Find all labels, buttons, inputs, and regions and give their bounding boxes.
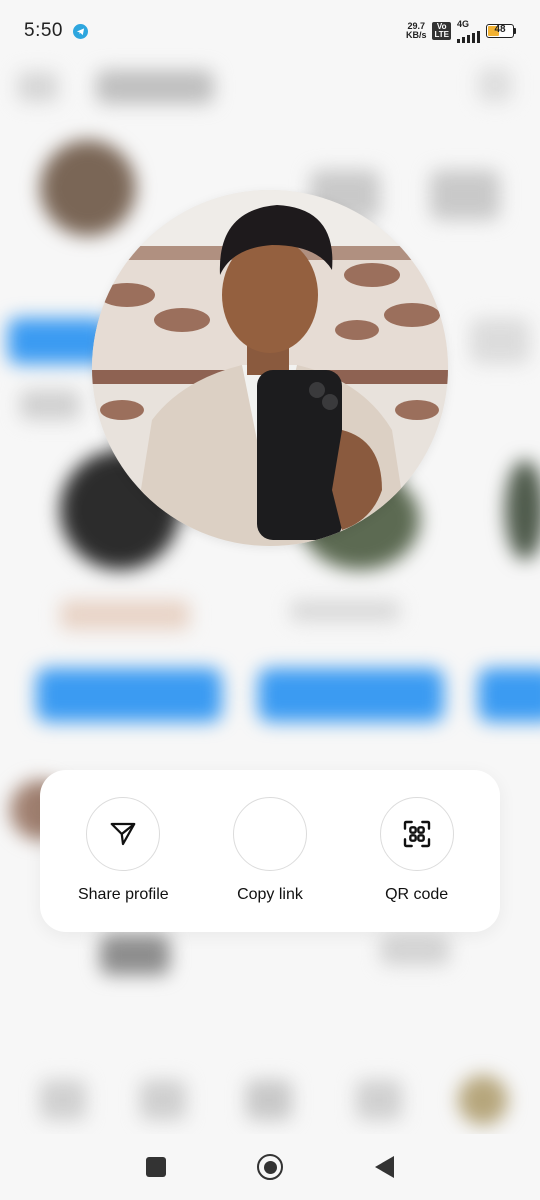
share-profile-label: Share profile xyxy=(77,886,169,903)
qr-code-circle[interactable] xyxy=(379,797,454,871)
network-type: 4G xyxy=(457,18,470,29)
qr-code-label: QR code xyxy=(385,886,449,903)
qr-code-icon xyxy=(403,820,430,848)
copy-link-circle[interactable] xyxy=(232,797,307,871)
blurred-background xyxy=(0,0,540,1200)
send-icon xyxy=(110,822,136,846)
signal-icon xyxy=(457,29,480,43)
share-profile-card: Share profile Copy link QR code xyxy=(40,770,500,932)
navigation-bar xyxy=(0,1134,540,1200)
status-time: 5:50 xyxy=(24,20,63,41)
status-bar: 5:50 29.7 KB/s Vo LTE 4G 48 xyxy=(0,0,540,62)
status-right: 29.7 KB/s Vo LTE 4G 48 xyxy=(406,18,516,43)
battery-level: 48 xyxy=(494,24,506,35)
share-profile-button[interactable]: Share profile xyxy=(53,770,193,904)
qr-code-button[interactable]: QR code xyxy=(347,770,487,904)
network-speed: 29.7 KB/s xyxy=(406,22,427,40)
copy-link-label: Copy link xyxy=(237,886,303,903)
telegram-icon xyxy=(72,23,88,39)
status-left: 5:50 xyxy=(24,20,88,42)
profile-photo xyxy=(92,190,448,546)
network-speed-unit: KB/s xyxy=(405,30,427,40)
volte-badge: Vo LTE xyxy=(432,22,451,40)
recents-square-icon[interactable] xyxy=(145,1157,166,1177)
cellular: 4G xyxy=(457,18,480,43)
battery-icon: 48 xyxy=(486,24,516,38)
volte-bottom: LTE xyxy=(434,30,449,39)
home-circle-icon[interactable] xyxy=(257,1154,284,1180)
back-triangle-icon[interactable] xyxy=(375,1156,395,1178)
copy-link-button[interactable]: Copy link xyxy=(200,770,340,904)
share-profile-circle[interactable] xyxy=(86,797,161,871)
